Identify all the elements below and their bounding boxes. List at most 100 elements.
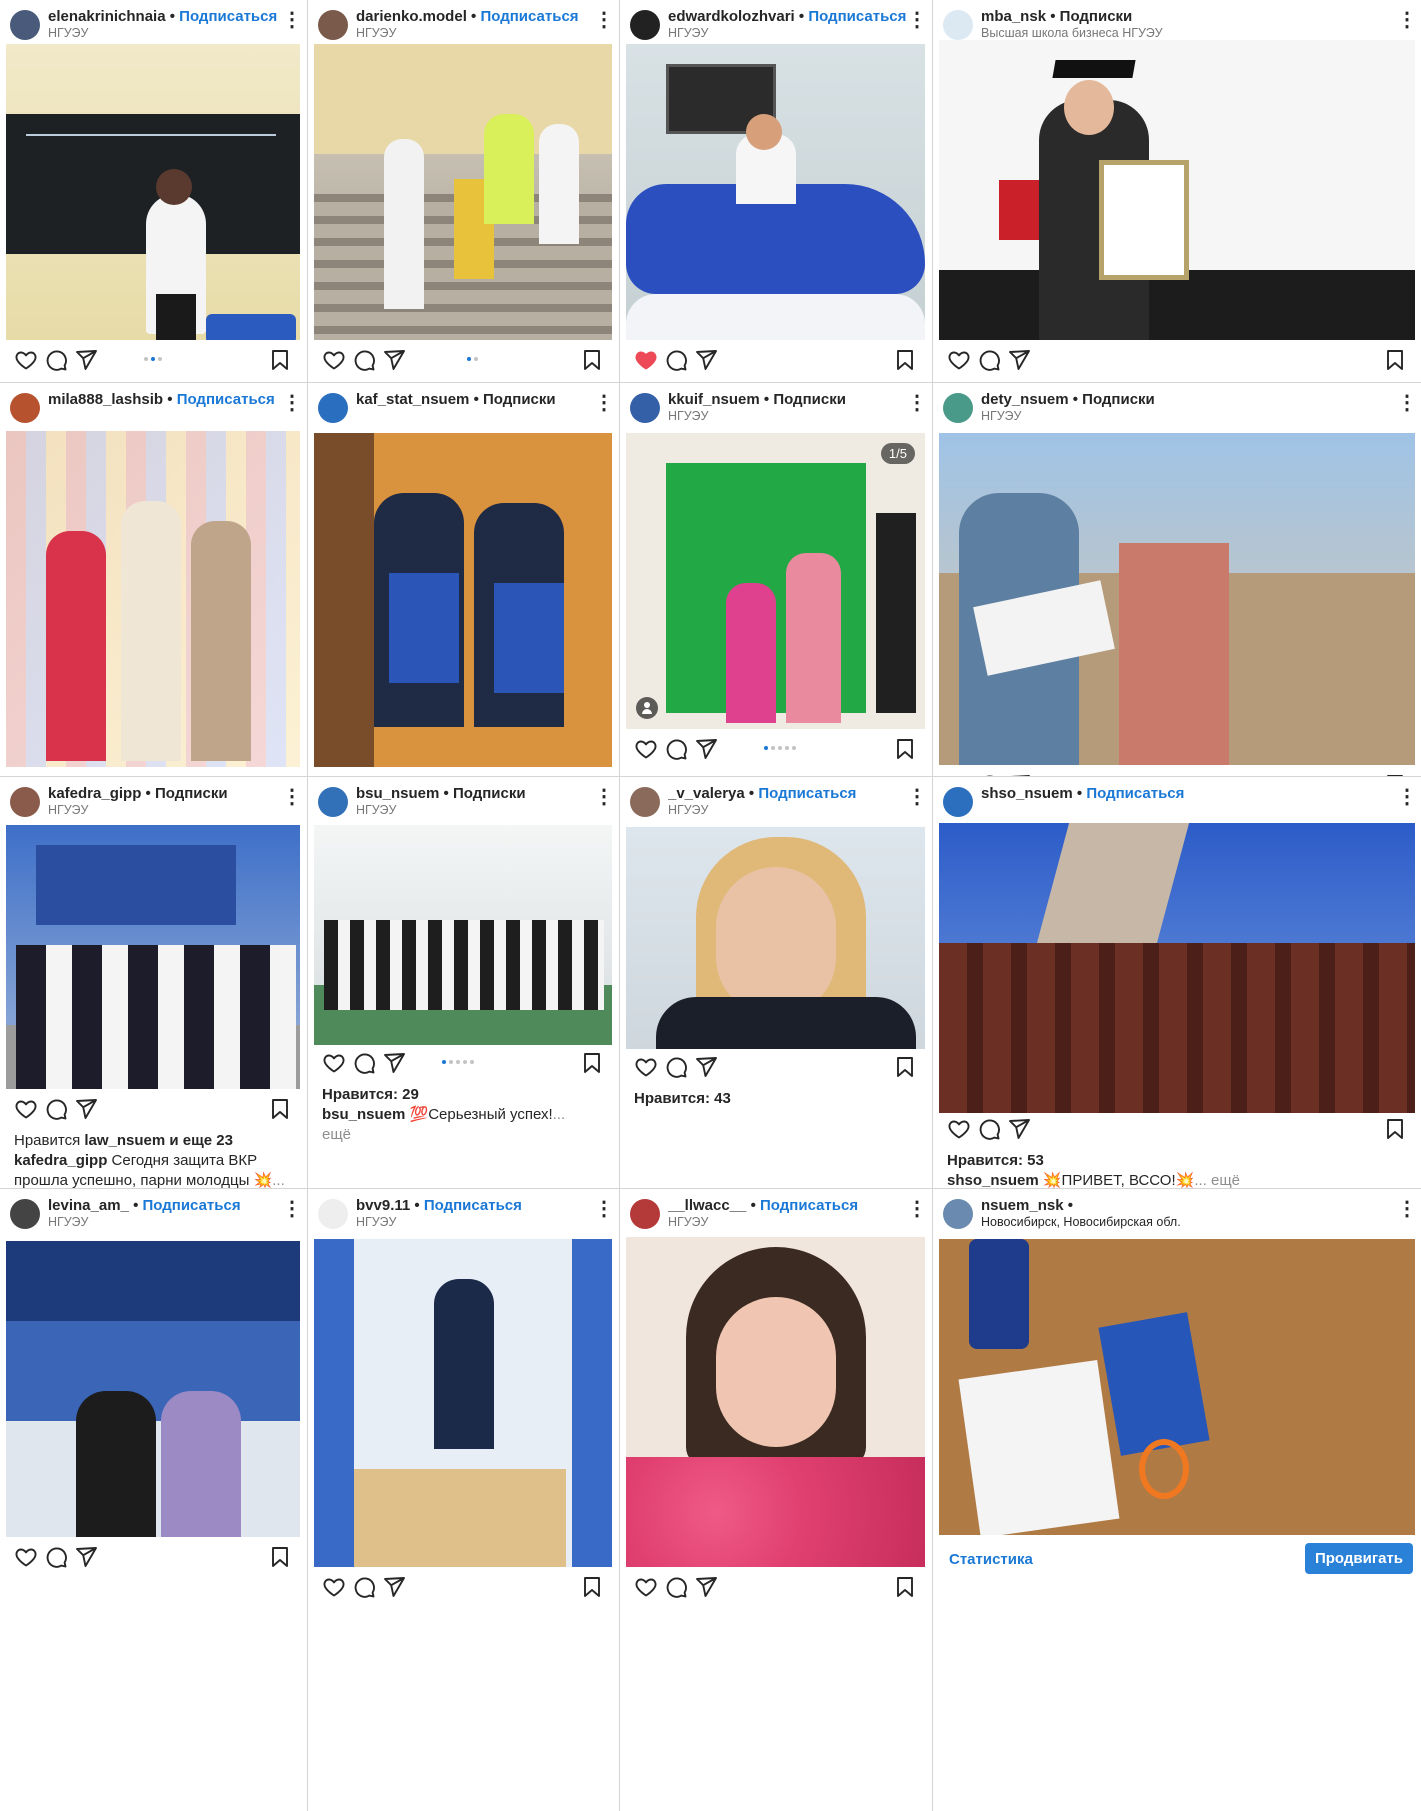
avatar[interactable] — [318, 10, 348, 40]
more-options-icon[interactable]: ⋮ — [594, 393, 614, 413]
more-options-icon[interactable]: ⋮ — [907, 1199, 927, 1219]
comment-icon[interactable] — [977, 1117, 1001, 1141]
post-image[interactable]: 1/5 — [626, 433, 925, 729]
username-link[interactable]: kkuif_nsuem — [668, 391, 760, 408]
avatar[interactable] — [943, 1199, 973, 1229]
location-link[interactable]: НГУЭУ — [356, 803, 594, 817]
username-link[interactable]: bvv9.11 — [356, 1197, 410, 1214]
share-icon[interactable] — [1007, 1117, 1031, 1141]
avatar[interactable] — [10, 1199, 40, 1229]
follow-button[interactable]: Подписки — [453, 785, 526, 802]
username-link[interactable]: shso_nsuem — [981, 785, 1073, 802]
comment-icon[interactable] — [44, 1097, 68, 1121]
avatar[interactable] — [943, 787, 973, 817]
share-icon[interactable] — [74, 775, 98, 776]
more-options-icon[interactable]: ⋮ — [594, 787, 614, 807]
location-link[interactable]: Высшая школа бизнеса НГУЭУ — [981, 26, 1397, 40]
follow-button[interactable]: Подписаться — [177, 391, 275, 408]
post-image[interactable] — [314, 825, 612, 1045]
follow-button[interactable]: Подписки — [483, 391, 556, 408]
comment-icon[interactable] — [977, 773, 1001, 776]
bookmark-icon[interactable] — [580, 1051, 604, 1075]
avatar[interactable] — [318, 1199, 348, 1229]
bookmark-icon[interactable] — [580, 775, 604, 776]
follow-button[interactable]: Подписки — [1060, 8, 1133, 25]
avatar[interactable] — [943, 10, 973, 40]
share-icon[interactable] — [382, 348, 406, 372]
heart-icon[interactable] — [14, 1097, 38, 1121]
heart-icon[interactable] — [634, 737, 658, 761]
comment-icon[interactable] — [352, 1575, 376, 1599]
heart-icon[interactable] — [14, 775, 38, 776]
share-icon[interactable] — [694, 348, 718, 372]
post-image[interactable] — [939, 40, 1415, 340]
more-options-icon[interactable]: ⋮ — [1397, 787, 1417, 807]
more-options-icon[interactable]: ⋮ — [1397, 1199, 1417, 1219]
post-image[interactable] — [626, 1237, 925, 1567]
heart-icon[interactable] — [14, 1545, 38, 1569]
username-link[interactable]: kaf_stat_nsuem — [356, 391, 469, 408]
location-link[interactable]: НГУЭУ — [668, 409, 907, 423]
comment-icon[interactable] — [664, 348, 688, 372]
bookmark-icon[interactable] — [893, 1055, 917, 1079]
likes-count[interactable]: Нравится: 53 — [947, 1151, 1044, 1171]
avatar[interactable] — [630, 1199, 660, 1229]
avatar[interactable] — [318, 787, 348, 817]
avatar[interactable] — [630, 393, 660, 423]
comment-icon[interactable] — [977, 348, 1001, 372]
likes-count[interactable]: Нравится: 43 — [634, 1089, 731, 1109]
avatar[interactable] — [10, 787, 40, 817]
post-image[interactable] — [6, 1241, 300, 1537]
username-link[interactable]: levina_am_ — [48, 1197, 129, 1214]
location-link[interactable]: НГУЭУ — [48, 26, 282, 40]
location-link[interactable]: НГУЭУ — [668, 1215, 907, 1229]
comment-icon[interactable] — [664, 737, 688, 761]
share-icon[interactable] — [74, 1097, 98, 1121]
follow-button[interactable]: Подписаться — [1086, 785, 1184, 802]
post-image[interactable] — [6, 44, 300, 340]
avatar[interactable] — [630, 787, 660, 817]
share-icon[interactable] — [74, 1545, 98, 1569]
bookmark-icon[interactable] — [893, 737, 917, 761]
follow-button[interactable]: Подписаться — [480, 8, 578, 25]
more-options-icon[interactable]: ⋮ — [907, 10, 927, 30]
username-link[interactable]: mba_nsk — [981, 8, 1046, 25]
bookmark-icon[interactable] — [893, 348, 917, 372]
avatar[interactable] — [318, 393, 348, 423]
follow-button[interactable]: Подписаться — [143, 1197, 241, 1214]
follow-button[interactable]: Подписки — [773, 391, 846, 408]
comment-icon[interactable] — [664, 1055, 688, 1079]
heart-icon[interactable] — [634, 1575, 658, 1599]
follow-button[interactable]: Подписаться — [424, 1197, 522, 1214]
bookmark-icon[interactable] — [580, 348, 604, 372]
location-link[interactable]: НГУЭУ — [48, 803, 282, 817]
username-link[interactable]: __llwacc__ — [668, 1197, 746, 1214]
comment-icon[interactable] — [352, 775, 376, 776]
follow-button[interactable]: Подписаться — [758, 785, 856, 802]
location-link[interactable]: НГУЭУ — [356, 26, 594, 40]
heart-icon[interactable] — [947, 1117, 971, 1141]
username-link[interactable]: mila888_lashsib — [48, 391, 163, 408]
caption-username[interactable]: bsu_nsuem — [322, 1106, 405, 1123]
bookmark-icon[interactable] — [893, 1575, 917, 1599]
follow-button[interactable]: Подписаться — [179, 8, 277, 25]
promote-button[interactable]: Продвигать — [1304, 1543, 1413, 1574]
avatar[interactable] — [10, 393, 40, 423]
bookmark-icon[interactable] — [268, 1097, 292, 1121]
caption-username[interactable]: shso_nsuem — [947, 1172, 1039, 1188]
post-image[interactable] — [6, 431, 300, 767]
heart-icon[interactable] — [322, 348, 346, 372]
heart-icon[interactable] — [322, 1575, 346, 1599]
heart-icon[interactable] — [947, 773, 971, 776]
share-icon[interactable] — [382, 1575, 406, 1599]
username-link[interactable]: nsuem_nsk — [981, 1197, 1064, 1214]
username-link[interactable]: _v_valerya — [668, 785, 745, 802]
share-icon[interactable] — [382, 1051, 406, 1075]
share-icon[interactable] — [1007, 348, 1031, 372]
location-link[interactable]: НГУЭУ — [668, 26, 907, 40]
caption-more-link[interactable]: ... ещё — [1194, 1172, 1240, 1188]
username-link[interactable]: edwardkolozhvari — [668, 8, 795, 25]
insights-link[interactable]: Статистика — [949, 1551, 1033, 1568]
heart-icon[interactable] — [322, 1051, 346, 1075]
location-link[interactable]: НГУЭУ — [981, 409, 1397, 423]
